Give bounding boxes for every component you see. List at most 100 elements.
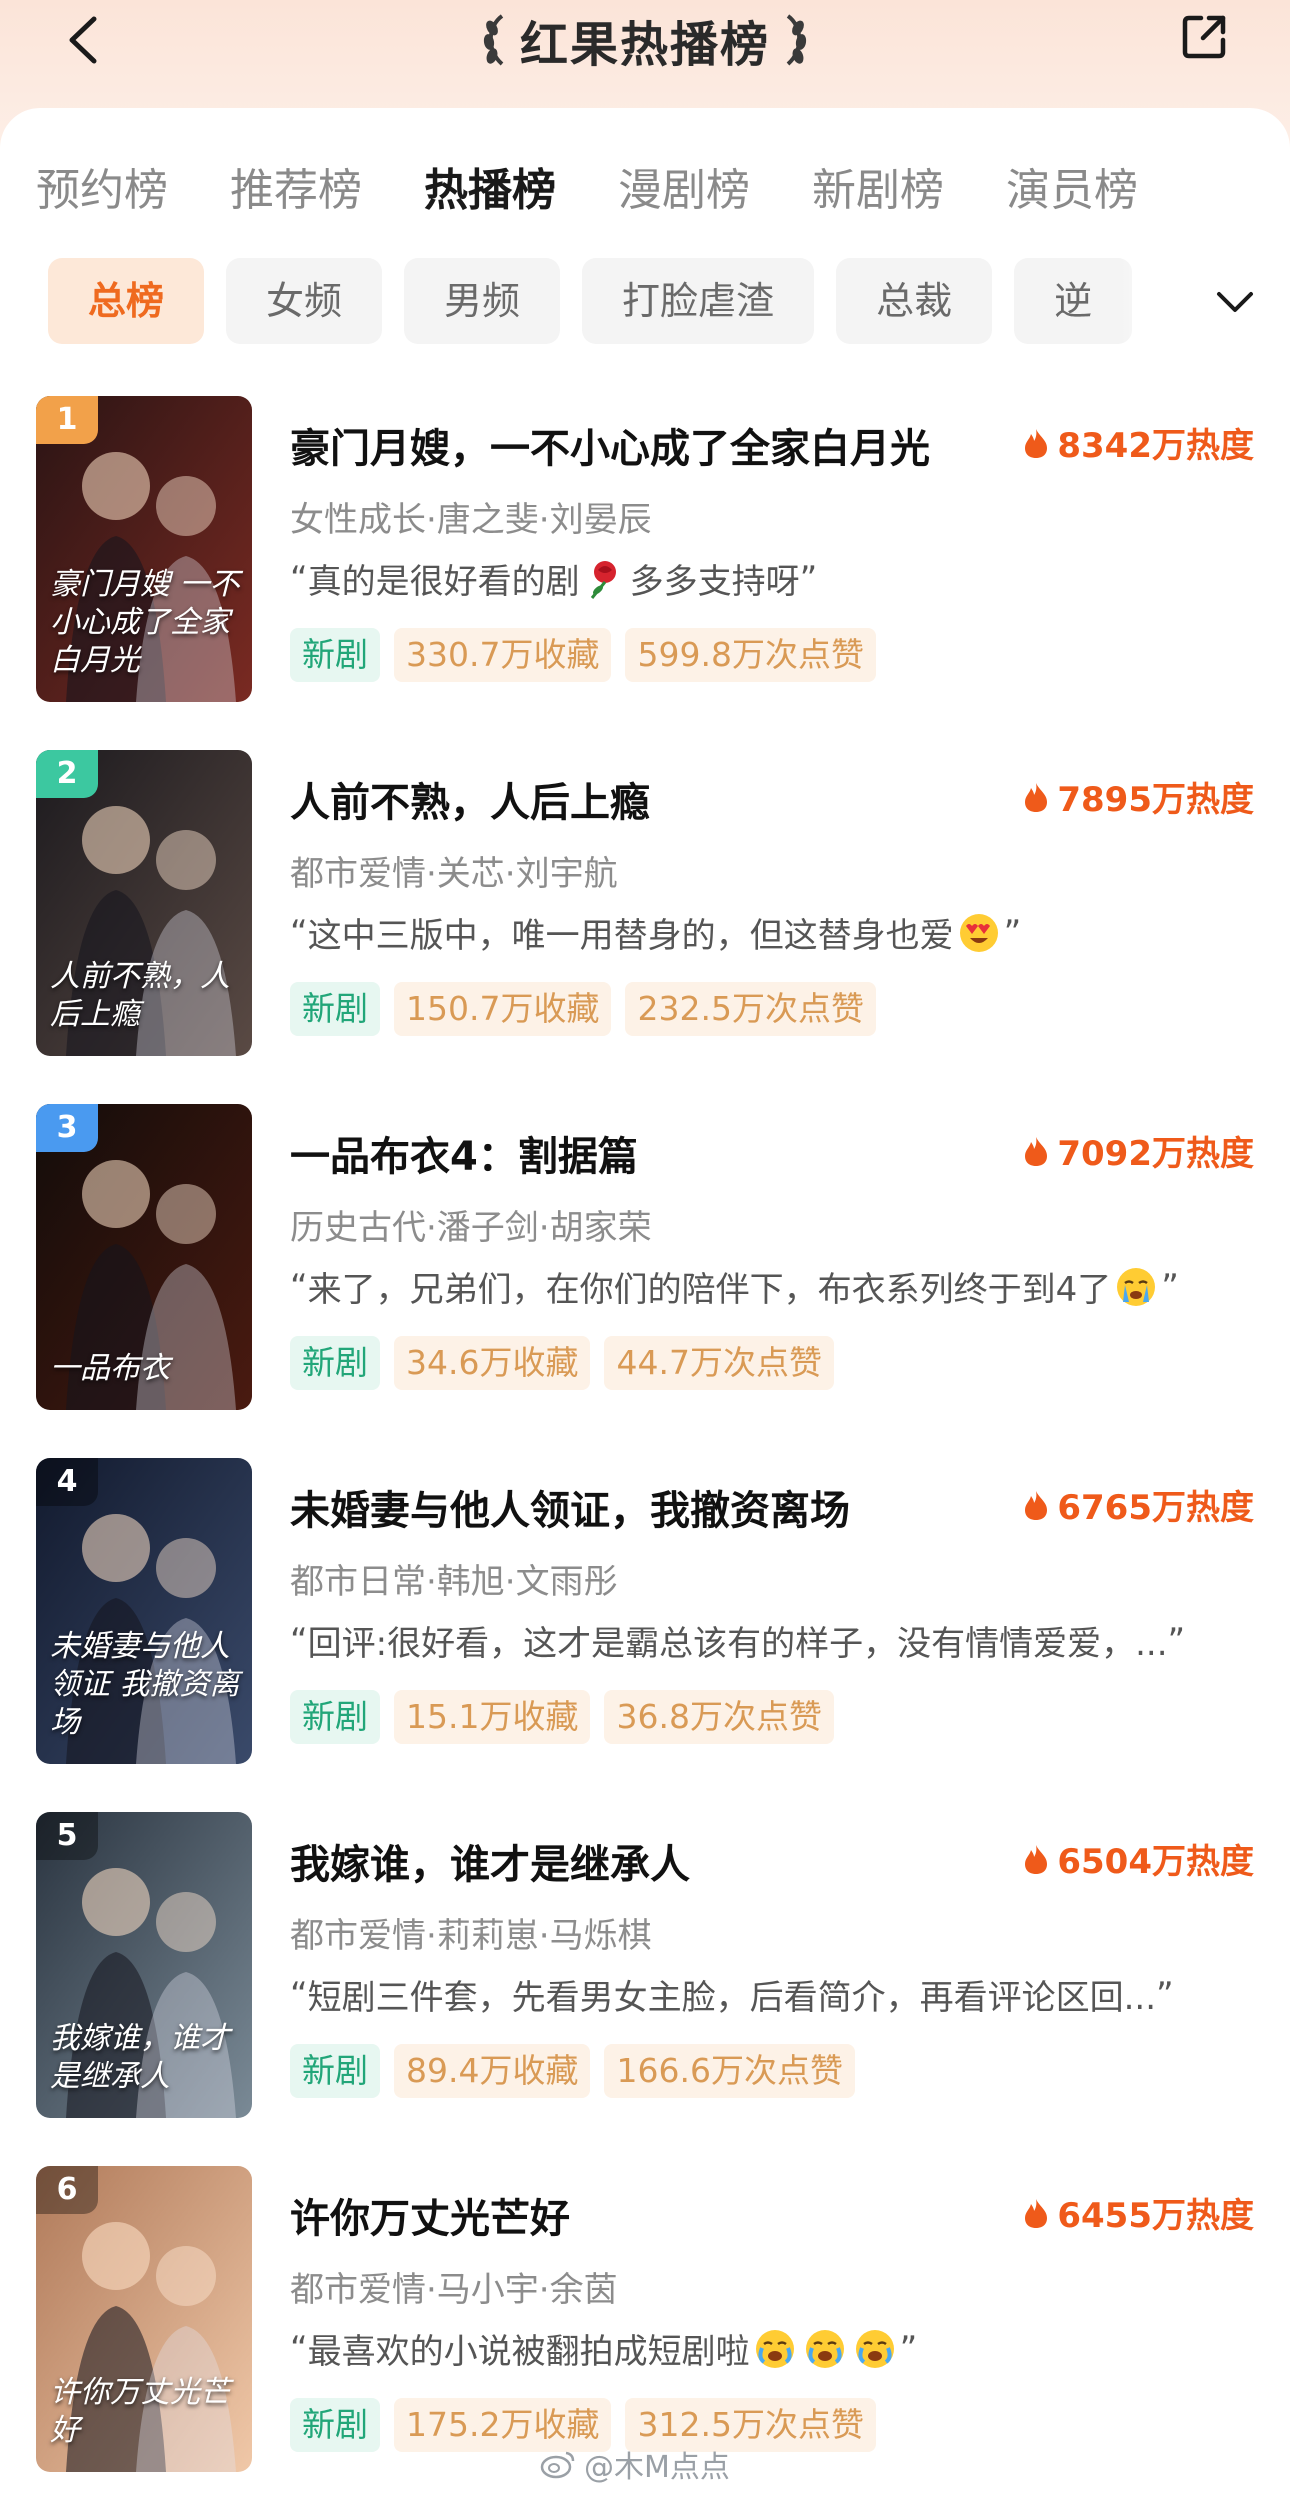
flame-icon [1025, 2198, 1048, 2228]
drama-title[interactable]: 一品布衣4：割据篇 [290, 1124, 990, 1182]
page-title: 红果热播榜 [519, 17, 770, 73]
chip-female[interactable]: 女频 [226, 258, 383, 344]
like-count: 599.8万次点赞 [625, 628, 876, 682]
heat-score: 7895万热度 [1023, 772, 1254, 821]
rank-badge: 5 [36, 1812, 98, 1860]
poster-image[interactable]: 5 我嫁谁，谁才是继承人 [36, 1812, 252, 2118]
like-count: 166.6万次点赞 [604, 2044, 855, 2098]
drama-title[interactable]: 人前不熟，人后上瘾 [290, 770, 990, 828]
collect-count: 89.4万收藏 [394, 2044, 591, 2098]
chevron-down-icon [1217, 292, 1253, 312]
drama-title[interactable]: 豪门月嫂，一不小心成了全家白月光 [290, 416, 990, 474]
chip-reverse[interactable]: 逆 [1014, 258, 1133, 344]
expand-categories-button[interactable] [1205, 272, 1265, 332]
quote-open: “ [290, 1620, 308, 1661]
drama-meta: 都市爱情·马小宇·余茵 [290, 2270, 618, 2310]
quote-text-end: 多多支持呀 [629, 562, 800, 602]
list-item[interactable]: 4 未婚妻与他人领证 我撤资离场 未婚妻与他人领证，我撤资离场 6765万热度都市日常… [0, 1454, 1290, 1808]
laurel-right-icon [786, 14, 807, 66]
review-quote: “回评:很好看，这才是霸总该有的样子，没有情情爱爱，...” [290, 1616, 1250, 1665]
quote-open: “ [290, 1974, 308, 2015]
rose-emoji-icon [590, 560, 616, 599]
quote-open: “ [290, 1266, 308, 1307]
collect-count: 150.7万收藏 [394, 982, 612, 1036]
list-item[interactable]: 3 一品布衣 一品布衣4：割据篇 7092万热度 历史古代·潘子剑·胡家荣 “来了，兄弟们… [0, 1100, 1290, 1454]
like-count: 232.5万次点赞 [625, 982, 876, 1036]
weibo-logo-icon [540, 2451, 575, 2479]
tab-reservation[interactable]: 预约榜 [36, 156, 168, 226]
new-tag: 新剧 [290, 1690, 380, 1744]
rank-badge: 1 [36, 396, 98, 444]
quote-open: “ [290, 558, 308, 599]
like-count: 36.8万次点赞 [604, 1690, 834, 1744]
list-item[interactable]: 1 豪门月嫂 一不小心成了全家白月光 豪门月嫂，一不小心成了全家白月光 8342万热度… [0, 392, 1290, 746]
header-title-group: 红果热播榜 [0, 4, 1290, 76]
chip-revenge[interactable]: 打脸虐渣 [582, 258, 815, 344]
poster-image[interactable]: 3 一品布衣 [36, 1104, 252, 1410]
heat-score: 8342万热度 [1023, 418, 1254, 467]
quote-text: 这中三版中，唯一用替身的，但这替身也爱 [307, 916, 954, 956]
poster-caption: 未婚妻与他人领证 我撤资离场 [50, 1629, 240, 1740]
poster-image[interactable]: 2 人前不熟，人后上瘾 [36, 750, 252, 1056]
flame-icon [1025, 1136, 1048, 1166]
crying-emoji-icon [1117, 1267, 1156, 1306]
laurel-left-icon [483, 14, 504, 66]
new-tag: 新剧 [290, 1336, 380, 1390]
rank-badge: 4 [36, 1458, 98, 1506]
poster-image[interactable]: 6 许你万丈光芒好 [36, 2166, 252, 2472]
drama-meta: 历史古代·潘子剑·胡家荣 [290, 1208, 652, 1248]
tag-row: 新剧 34.6万收藏 44.7万次点赞 [290, 1336, 834, 1390]
chip-male[interactable]: 男频 [404, 258, 561, 344]
tab-recommend[interactable]: 推荐榜 [230, 156, 362, 226]
drama-title[interactable]: 许你万丈光芒好 [290, 2186, 990, 2244]
flame-icon [1025, 428, 1048, 458]
share-icon [1182, 15, 1226, 59]
review-quote: “最喜欢的小说被翻拍成短剧啦 ” [290, 2324, 1250, 2373]
chip-overall[interactable]: 总榜 [48, 258, 205, 344]
new-tag: 新剧 [290, 982, 380, 1036]
category-chips: 总榜 女频 男频 打脸虐渣 总裁 逆 [48, 258, 1208, 344]
list-item[interactable]: 5 我嫁谁，谁才是继承人 我嫁谁，谁才是继承人 6504万热度都市爱情·莉莉崽·马烁棋… [0, 1808, 1290, 2162]
flame-icon [1025, 782, 1048, 812]
heat-value: 6504万热度 [1057, 1842, 1254, 1882]
review-quote: “来了，兄弟们，在你们的陪伴下，布衣系列终于到4了 ” [290, 1262, 1250, 1311]
drama-title[interactable]: 未婚妻与他人领证，我撤资离场 [290, 1478, 990, 1536]
poster-image[interactable]: 4 未婚妻与他人领证 我撤资离场 [36, 1458, 252, 1764]
share-button[interactable] [1175, 6, 1235, 66]
chip-ceo[interactable]: 总裁 [836, 258, 993, 344]
drama-meta: 都市爱情·关芯·刘宇航 [290, 854, 618, 894]
tab-new[interactable]: 新剧榜 [812, 156, 944, 226]
heart-eyes-emoji-icon [959, 913, 998, 952]
like-count: 44.7万次点赞 [604, 1336, 834, 1390]
collect-count: 34.6万收藏 [394, 1336, 591, 1390]
tag-row: 新剧 15.1万收藏 36.8万次点赞 [290, 1690, 834, 1744]
quote-close: ” [1156, 1974, 1174, 2015]
watermark: @木M点点 [540, 2442, 730, 2486]
drama-title[interactable]: 我嫁谁，谁才是继承人 [290, 1832, 990, 1890]
collect-count: 330.7万收藏 [394, 628, 612, 682]
flame-icon [1025, 1844, 1048, 1874]
drama-meta: 女性成长·唐之斐·刘晏辰 [290, 500, 652, 540]
poster-image[interactable]: 1 豪门月嫂 一不小心成了全家白月光 [36, 396, 252, 702]
quote-close: ” [1161, 1266, 1179, 1307]
quote-close: ” [1167, 1620, 1186, 1661]
quote-text: 最喜欢的小说被翻拍成短剧啦 [307, 2332, 750, 2372]
chips-fade [1120, 258, 1210, 344]
sob-emoji-icon [855, 2329, 894, 2368]
tag-row: 新剧 89.4万收藏 166.6万次点赞 [290, 2044, 855, 2098]
tab-actors[interactable]: 演员榜 [1006, 156, 1138, 226]
review-quote: “真的是很好看的剧 多多支持呀” [290, 554, 1250, 603]
tag-row: 新剧 330.7万收藏 599.8万次点赞 [290, 628, 876, 682]
quote-open: “ [290, 2328, 308, 2369]
tab-hot[interactable]: 热播榜 [424, 156, 556, 226]
list-item[interactable]: 2 人前不熟，人后上瘾 人前不熟，人后上瘾 7895万热度都市爱情·关芯·刘宇航 “这中… [0, 746, 1290, 1100]
tab-comic[interactable]: 漫剧榜 [618, 156, 750, 226]
new-tag: 新剧 [290, 628, 380, 682]
drama-meta: 都市爱情·莉莉崽·马烁棋 [290, 1916, 652, 1956]
quote-open: “ [290, 912, 308, 953]
heat-value: 6765万热度 [1057, 1488, 1254, 1528]
review-quote: “这中三版中，唯一用替身的，但这替身也爱 ” [290, 908, 1250, 957]
heat-score: 6765万热度 [1023, 1480, 1254, 1529]
review-quote: “短剧三件套，先看男女主脸，后看简介，再看评论区回...” [290, 1970, 1250, 2019]
drama-meta: 都市日常·韩旭·文雨彤 [290, 1562, 618, 1602]
